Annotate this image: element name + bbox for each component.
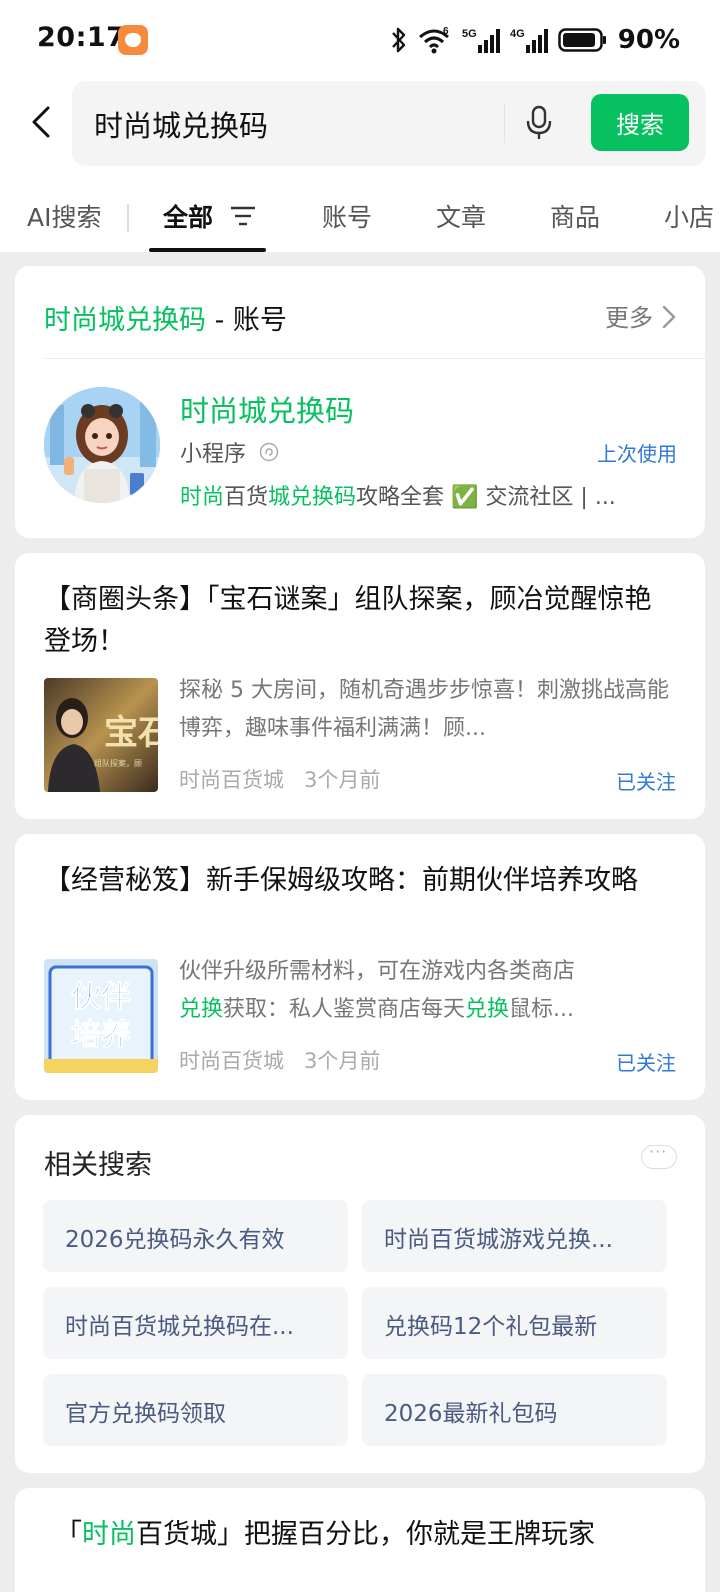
- desc-line: 兑换获取：私人鉴赏商店每天兑换鼠标...: [179, 991, 669, 1029]
- divider: [44, 358, 705, 359]
- tab-bar: AI搜索 全部 账号 文章 商品 小店: [0, 180, 720, 252]
- article-meta: 时尚百货城 3个月前: [179, 1045, 380, 1075]
- related-search-chip[interactable]: 时尚百货城兑换码在...: [43, 1287, 348, 1359]
- title-quote: 「: [55, 1519, 82, 1550]
- related-searches-card: 相关搜索 2026兑换码永久有效 时尚百货城游戏兑换... 时尚百货城兑换码在.…: [15, 1115, 705, 1473]
- tab-divider: [127, 204, 129, 232]
- search-query-text[interactable]: 时尚城兑换码: [94, 103, 268, 145]
- desc-highlight: 兑换: [465, 997, 510, 1022]
- desc-text: 获取：私人鉴赏商店每天: [223, 997, 466, 1022]
- article-thumbnail-image: 伙伴 培养: [44, 959, 158, 1073]
- desc-highlight: 时尚: [180, 485, 225, 510]
- status-bar: 20:17 6 5G 4G 90%: [0, 0, 720, 80]
- mini-program-icon: [259, 442, 279, 462]
- network-5g-label: 5G: [462, 28, 477, 40]
- article-time: 3个月前: [304, 768, 381, 792]
- battery-percent: 90%: [617, 25, 680, 55]
- tab-product[interactable]: 商品: [550, 198, 600, 234]
- account-description: 时尚百货城兑换码攻略全套 ✅ 交流社区 | ...: [180, 479, 670, 511]
- microphone-icon[interactable]: [524, 104, 554, 142]
- wifi-icon: 6: [418, 26, 449, 54]
- tab-shop[interactable]: 小店: [664, 198, 714, 234]
- article-thumbnail[interactable]: 伙伴 培养: [44, 959, 158, 1073]
- article-source[interactable]: 时尚百货城: [179, 1049, 284, 1073]
- title-text: 百货城」把握百分比，你就是王牌玩家: [136, 1519, 595, 1550]
- article-meta: 时尚百货城 3个月前: [179, 764, 380, 794]
- article-title[interactable]: 【商圈头条】「宝石谜案」组队探案，顾冶觉醒惊艳登场！: [44, 579, 674, 663]
- search-input[interactable]: 时尚城兑换码 搜索: [72, 81, 706, 166]
- thumb-line1: 伙伴: [71, 980, 131, 1015]
- article-title[interactable]: 【经营秘笈】新手保姆级攻略：前期伙伴培养攻略: [44, 860, 674, 902]
- tab-article[interactable]: 文章: [436, 198, 486, 234]
- article-thumbnail[interactable]: 宝石 组队探案，顾: [44, 678, 158, 792]
- article-time: 3个月前: [304, 1049, 381, 1073]
- account-name[interactable]: 时尚城兑换码: [180, 388, 354, 430]
- chevron-right-icon[interactable]: [661, 304, 677, 330]
- related-search-chip[interactable]: 2026最新礼包码: [362, 1374, 667, 1446]
- article-description: 探秘 5 大房间，随机奇遇步步惊喜！刺激挑战高能博弈，趣味事件福利满满！顾...: [179, 678, 669, 741]
- desc-highlight: 兑换: [179, 997, 224, 1022]
- article-thumbnail-image: 宝石 组队探案，顾: [44, 678, 158, 792]
- tab-ai-search[interactable]: AI搜索: [27, 198, 101, 234]
- desc-line: 伙伴升级所需材料，可在游戏内各类商店: [179, 959, 576, 984]
- more-link[interactable]: 更多: [605, 298, 653, 333]
- title-highlight: 时尚: [82, 1519, 136, 1550]
- active-tab-indicator: [149, 248, 266, 252]
- article-card[interactable]: 【经营秘笈】新手保姆级攻略：前期伙伴培养攻略 伙伴 培养 伙伴升级所需材料，可在…: [15, 834, 705, 1100]
- mini-program-avatar[interactable]: [44, 387, 160, 503]
- desc-text: 攻略全套 ✅ 交流社区 | ...: [356, 485, 616, 510]
- related-searches-title: 相关搜索: [44, 1150, 152, 1181]
- article-card[interactable]: 【商圈头条】「宝石谜案」组队探案，顾冶觉醒惊艳登场！ 宝石 组队探案，顾 探秘 …: [15, 553, 705, 819]
- status-icons: 6 5G 4G 90%: [390, 22, 680, 58]
- avatar-illustration: [44, 387, 160, 503]
- search-button[interactable]: 搜索: [591, 94, 689, 151]
- wifi-6-label: 6: [443, 26, 449, 37]
- article-source[interactable]: 时尚百货城: [179, 768, 284, 792]
- filter-icon[interactable]: [229, 204, 257, 228]
- last-used-badge: 上次使用: [597, 442, 677, 466]
- signal-5g-icon: 5G: [462, 28, 500, 53]
- bluetooth-icon: [391, 27, 405, 53]
- desc-text: 鼠标...: [509, 997, 575, 1022]
- thumb-line2: 培养: [71, 1018, 131, 1053]
- signal-4g-icon: 4G: [510, 28, 548, 53]
- followed-badge: 已关注: [616, 770, 676, 794]
- related-search-chip[interactable]: 2026兑换码永久有效: [43, 1200, 348, 1272]
- followed-badge: 已关注: [616, 1051, 676, 1075]
- account-section-heading: 时尚城兑换码 - 账号: [44, 298, 287, 337]
- article-title[interactable]: 「时尚百货城」把握百分比，你就是王牌玩家: [55, 1514, 685, 1556]
- desc-highlight: 城兑换码: [268, 485, 357, 510]
- more-options-icon[interactable]: [641, 1142, 677, 1169]
- search-divider: [504, 103, 505, 143]
- related-search-chip[interactable]: 时尚百货城游戏兑换...: [362, 1200, 667, 1272]
- desc-text: 百货: [224, 485, 269, 510]
- tab-all[interactable]: 全部: [163, 198, 213, 234]
- account-type: 小程序: [180, 442, 247, 467]
- heading-suffix: - 账号: [206, 305, 287, 336]
- back-arrow-icon[interactable]: [24, 100, 64, 144]
- network-4g-label: 4G: [510, 28, 525, 40]
- related-search-chip[interactable]: 兑换码12个礼包最新: [362, 1287, 667, 1359]
- tab-account[interactable]: 账号: [322, 198, 372, 234]
- heading-keyword: 时尚城兑换码: [44, 305, 206, 336]
- thumb-caption: 组队探案，顾: [94, 758, 142, 768]
- status-time: 20:17: [37, 22, 126, 53]
- related-search-chip[interactable]: 官方兑换码领取: [43, 1374, 348, 1446]
- article-card[interactable]: 「时尚百货城」把握百分比，你就是王牌玩家: [15, 1488, 705, 1592]
- notification-app-icon: [118, 25, 148, 55]
- thumb-title: 宝石: [104, 713, 158, 753]
- account-result-card[interactable]: 时尚城兑换码 - 账号 更多 时尚城兑换码 小程序 上次使用 时尚百货城兑换码攻…: [15, 266, 705, 538]
- article-description: 伙伴升级所需材料，可在游戏内各类商店 兑换获取：私人鉴赏商店每天兑换鼠标...: [179, 953, 669, 1029]
- battery-icon: [558, 28, 606, 52]
